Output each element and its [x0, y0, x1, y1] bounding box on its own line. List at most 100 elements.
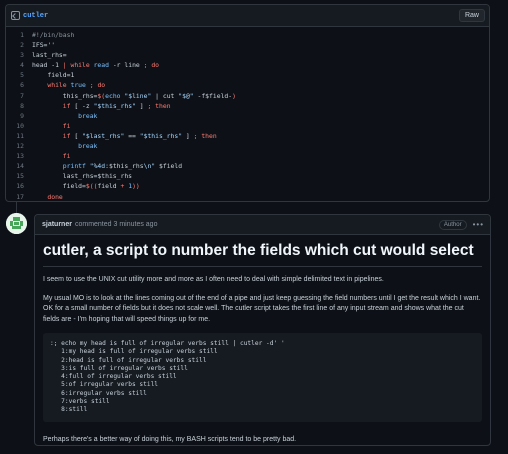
code-token: field= [32, 182, 86, 191]
code-token: $this_rhs [108, 162, 144, 171]
file-header: cutler Raw [6, 5, 489, 27]
comment-header: sjaturner commented 3 minutes ago Author… [35, 215, 490, 235]
line-number[interactable]: 3 [6, 50, 32, 60]
file-name-link[interactable]: cutler [23, 12, 459, 20]
line-number[interactable]: 12 [6, 141, 32, 151]
line-number[interactable]: 4 [6, 60, 32, 70]
identicon-icon [6, 213, 27, 234]
line-content: if [ "$last_rhs" == "$this_rhs" ] ; then [32, 131, 217, 141]
code-token: done [32, 192, 63, 201]
code-block-line: 2:head is full of irregular verbs still [50, 356, 207, 364]
line-number[interactable]: 8 [6, 101, 32, 111]
code-token: ) [232, 91, 236, 100]
code-token: printf [32, 162, 86, 171]
code-line: 10 fi [6, 121, 489, 131]
code-token: read [89, 61, 109, 70]
avatar[interactable] [6, 213, 27, 234]
code-line: 4 head -1 | while read -r line ; do [6, 60, 489, 70]
code-token: break [32, 142, 98, 151]
code-token: if [32, 101, 71, 110]
code-token: break [32, 111, 98, 120]
code-block-line: 7:verbs still [50, 398, 110, 406]
code-token: ] [135, 101, 148, 110]
code-token: == [124, 131, 140, 140]
code-line: 2 IFS='' [6, 40, 489, 50]
line-content: break [32, 111, 97, 121]
line-content: if [ -z "$this_rhs" ] ; then [32, 101, 171, 111]
paragraph-2: My usual MO is to look at the lines comi… [43, 294, 481, 323]
paragraph-1: I seem to use the UNIX cut utility more … [43, 276, 384, 283]
code-token: 1 [124, 182, 133, 191]
code-token: $(( [85, 182, 98, 191]
line-content: IFS='' [32, 40, 55, 50]
line-content: printf "%4d:$this_rhs\n" $field [32, 161, 182, 171]
code-token: \n" [143, 162, 156, 171]
line-number[interactable]: 11 [6, 131, 32, 141]
code-token: fi [32, 121, 71, 130]
code-line: 8 if [ -z "$this_rhs" ] ; then [6, 101, 489, 111]
code-token: this_rhs= [32, 91, 98, 100]
code-line: 16 field=$((field + 1)) [6, 181, 489, 191]
comment-author[interactable]: sjaturner [42, 221, 72, 228]
code-block-line: 4:full of irregular verbs still [50, 373, 177, 381]
author-badge: Author [438, 219, 467, 230]
code-token: "%4d: [85, 162, 109, 171]
code-block-line: 3:is full of irregular verbs still [50, 364, 188, 372]
kebab-menu-icon[interactable]: ••• [473, 220, 484, 229]
code-token: last_rhs=$this_rhs [32, 172, 133, 181]
code-block-line: 6:irregular verbs still [50, 389, 147, 397]
code-token: [ [70, 131, 83, 140]
code-block-line: 5:of irregular verbs still [50, 381, 159, 389]
comment-box: sjaturner commented 3 minutes ago Author… [34, 214, 491, 446]
code-token: then [151, 101, 171, 110]
line-content: done [32, 192, 63, 202]
code-line: 14 printf "%4d:$this_rhs\n" $field [6, 161, 489, 171]
comment-timestamp[interactable]: commented 3 minutes ago [75, 221, 439, 228]
code-token: then [197, 131, 217, 140]
code-token: $( [97, 91, 106, 100]
comment-title: cutler, a script to number the fields wh… [43, 242, 482, 267]
line-content: head -1 | while read -r line ; do [32, 60, 159, 70]
code-token: "$line" [124, 91, 152, 100]
code-token: )) [132, 182, 140, 191]
line-number[interactable]: 2 [6, 40, 32, 50]
code-token: if [32, 131, 71, 140]
line-number[interactable]: 16 [6, 181, 32, 191]
code-token: | cut [151, 91, 179, 100]
line-content: this_rhs=$(echo "$line" | cut "$@" -f$fi… [32, 91, 236, 101]
raw-button[interactable]: Raw [458, 9, 485, 22]
line-number[interactable]: 10 [6, 121, 32, 131]
code-line: 11 if [ "$last_rhs" == "$this_rhs" ] ; t… [6, 131, 489, 141]
code-file-icon [11, 11, 20, 20]
code-line: 6 while true ; do [6, 80, 489, 90]
code-block-line: 8:still [50, 406, 88, 414]
line-number[interactable]: 9 [6, 111, 32, 121]
line-number[interactable]: 17 [6, 192, 32, 202]
line-number[interactable]: 13 [6, 151, 32, 161]
code-token: "$@" [178, 91, 194, 100]
code-line: 17 done [6, 192, 489, 202]
line-number[interactable]: 5 [6, 70, 32, 80]
code-token: -f$field- [193, 91, 233, 100]
line-number[interactable]: 6 [6, 80, 32, 90]
file-viewer: cutler Raw 1 #!/bin/bash 2 IFS='' 3 last_rhs=… [5, 4, 490, 202]
code-line: 15 last_rhs=$this_rhs [6, 171, 489, 181]
line-number[interactable]: 14 [6, 161, 32, 171]
line-content: last_rhs=$this_rhs [32, 171, 132, 181]
line-content: #!/bin/bash [32, 30, 74, 40]
code-token: field [97, 182, 121, 191]
line-number[interactable]: 7 [6, 91, 32, 101]
line-number[interactable]: 1 [6, 30, 32, 40]
code-token: [ -z [70, 101, 94, 110]
code-token: ; [85, 81, 94, 90]
code-token: #!/bin/bash [32, 31, 75, 39]
code-token: echo [105, 91, 125, 100]
paragraph-3: Perhaps there's a better way of doing th… [43, 435, 297, 443]
code-line: 12 break [6, 141, 489, 151]
line-number[interactable]: 15 [6, 171, 32, 181]
code-token: head -1 [32, 61, 63, 70]
code-token: IFS='' [32, 41, 56, 50]
line-content: break [32, 141, 97, 151]
code-token: -r line [108, 61, 144, 70]
line-content: last_rhs= [32, 50, 67, 60]
